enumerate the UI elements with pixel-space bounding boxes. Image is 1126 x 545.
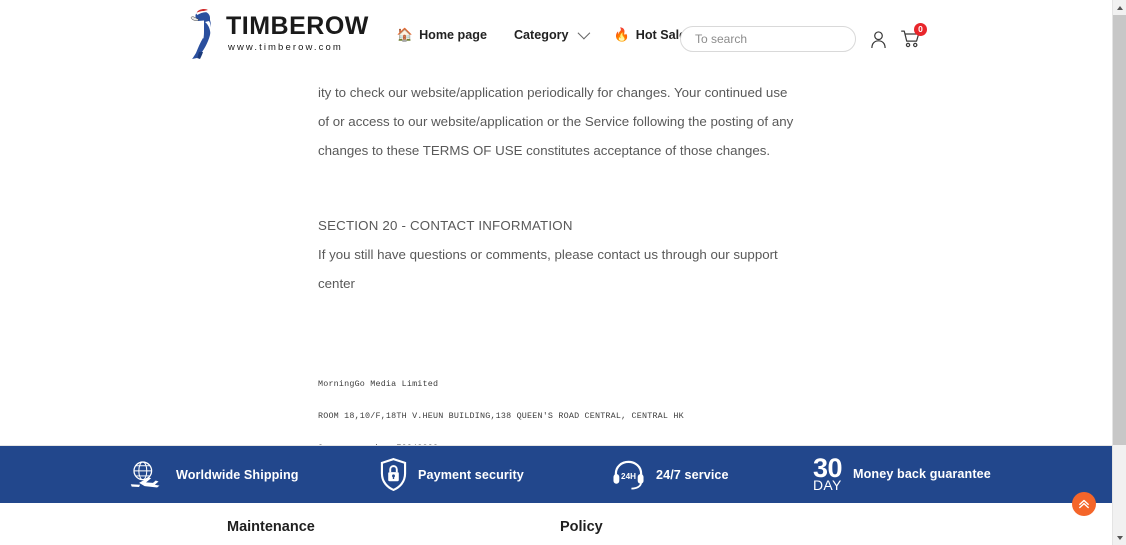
terms-paragraph: ity to check our website/application per…	[318, 85, 794, 158]
logo-text-block: TIMBEROW www.timberow.com	[226, 14, 369, 53]
nav-item-hot-sale[interactable]: 🔥 Hot Sale	[614, 28, 687, 42]
triangle-down-icon	[1117, 535, 1123, 540]
site-footer: Maintenance Policy	[0, 503, 1112, 545]
headset-24h-icon: 24H	[613, 460, 644, 489]
feature-label-service: 24/7 service	[656, 467, 729, 482]
nav-item-home-page[interactable]: 🏠 Home page	[397, 28, 487, 42]
scrollbar-thumb[interactable]	[1113, 15, 1126, 445]
site-header: TIMBEROW www.timberow.com 🏠 Home page Ca…	[0, 0, 1112, 69]
feature-label-shipping: Worldwide Shipping	[176, 467, 299, 482]
feature-label-guarantee: Money back guarantee	[853, 467, 991, 482]
section-heading: SECTION 20 - CONTACT INFORMATION	[318, 218, 573, 233]
search-input[interactable]	[695, 32, 850, 46]
logo-name: TIMBEROW	[226, 12, 369, 41]
features-bar: Worldwide Shipping Payment security 24H …	[0, 445, 1112, 503]
nav-label-hot-sale: Hot Sale	[635, 27, 687, 42]
thirty-day-icon: 30 DAY	[813, 455, 843, 493]
nav-item-category[interactable]: Category	[513, 26, 590, 42]
feature-label-payment: Payment security	[418, 467, 524, 482]
footer-heading-policy: Policy	[560, 519, 603, 535]
nav-label-home-page: Home page	[419, 27, 487, 42]
flame-icon: 🔥	[613, 27, 630, 42]
legal-company-name: MorningGo Media Limited	[318, 379, 439, 390]
shield-lock-icon	[380, 458, 407, 491]
double-chevron-up-icon	[1079, 499, 1089, 509]
account-button[interactable]	[870, 30, 887, 49]
hornbill-bird-logo-icon	[190, 8, 212, 59]
legal-address: ROOM 18,10/F,18TH V.HEUN BUILDING,138 QU…	[318, 410, 684, 421]
footer-heading-maintenance: Maintenance	[227, 519, 315, 535]
user-account-icon	[871, 30, 886, 48]
headset-badge-text: 24H	[621, 471, 636, 480]
feature-money-back-guarantee: 30 DAY Money back guarantee	[813, 455, 991, 493]
contact-paragraph: If you still have questions or comments,…	[318, 247, 778, 291]
nav-label-category: Category	[513, 27, 569, 42]
cart-button[interactable]: 0	[901, 23, 927, 48]
chevron-down-icon	[577, 26, 590, 40]
feature-payment-security: Payment security	[380, 458, 524, 491]
scrollbar-down-arrow[interactable]	[1113, 530, 1126, 545]
feature-24-7-service: 24H 24/7 service	[612, 459, 729, 491]
house-icon: 🏠	[396, 27, 414, 42]
page-viewport: TIMBEROW www.timberow.com 🏠 Home page Ca…	[0, 0, 1112, 545]
cart-count-badge: 0	[914, 23, 927, 36]
scrollbar-up-arrow[interactable]	[1113, 0, 1126, 15]
scroll-to-top-button[interactable]	[1072, 492, 1096, 516]
main-navigation: 🏠 Home page Category 🔥 Hot Sale	[397, 26, 687, 42]
thirty-day-unit: DAY	[813, 476, 842, 493]
search-box[interactable]	[680, 26, 856, 52]
triangle-up-icon	[1117, 5, 1123, 10]
logo-url: www.timberow.com	[228, 42, 343, 54]
feature-worldwide-shipping: Worldwide Shipping	[128, 460, 299, 490]
site-logo[interactable]: TIMBEROW www.timberow.com	[190, 8, 369, 59]
footer-columns: Maintenance Policy	[0, 519, 1112, 545]
globe-airplane-icon	[130, 460, 160, 487]
page-scrollbar[interactable]	[1112, 0, 1126, 545]
header-actions: 0	[680, 23, 927, 52]
